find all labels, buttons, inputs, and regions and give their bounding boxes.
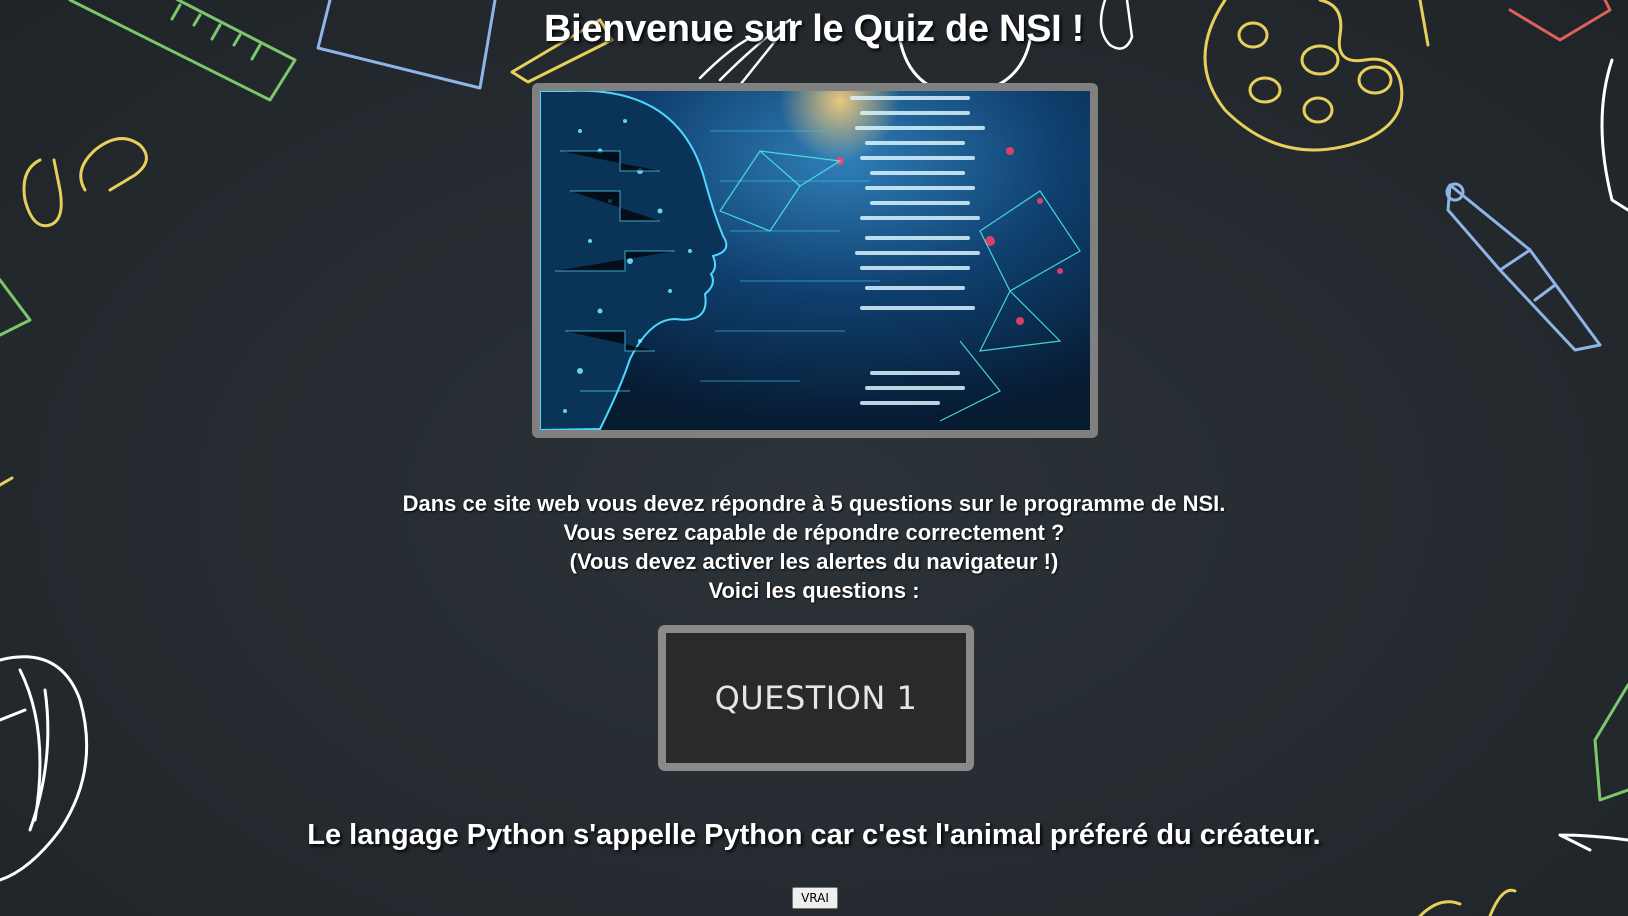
hero-image — [540, 91, 1090, 430]
intro-text: Dans ce site web vous devez répondre à 5… — [0, 489, 1628, 605]
set-square-icon — [0, 278, 32, 337]
page: Bienvenue sur le Quiz de NSI ! Dans ce s… — [0, 0, 1628, 916]
page-title: Bienvenue sur le Quiz de NSI ! — [543, 8, 1084, 50]
question-1-button[interactable]: QUESTION 1 — [658, 625, 974, 771]
intro-line: (Vous devez activer les alertes du navig… — [569, 549, 1059, 574]
intro-line: Voici les questions : — [708, 578, 920, 603]
intro-line: Dans ce site web vous devez répondre à 5… — [402, 491, 1226, 516]
set-square-icon-right — [1593, 683, 1628, 802]
intro-line: Vous serez capable de répondre correctem… — [563, 520, 1065, 545]
vrai-button[interactable]: VRAI — [792, 887, 838, 909]
hero-image-frame — [532, 83, 1098, 438]
pen-icon — [1445, 182, 1602, 352]
paperclip-icon — [22, 137, 148, 228]
question-statement: Le langage Python s'appelle Python car c… — [307, 819, 1321, 851]
